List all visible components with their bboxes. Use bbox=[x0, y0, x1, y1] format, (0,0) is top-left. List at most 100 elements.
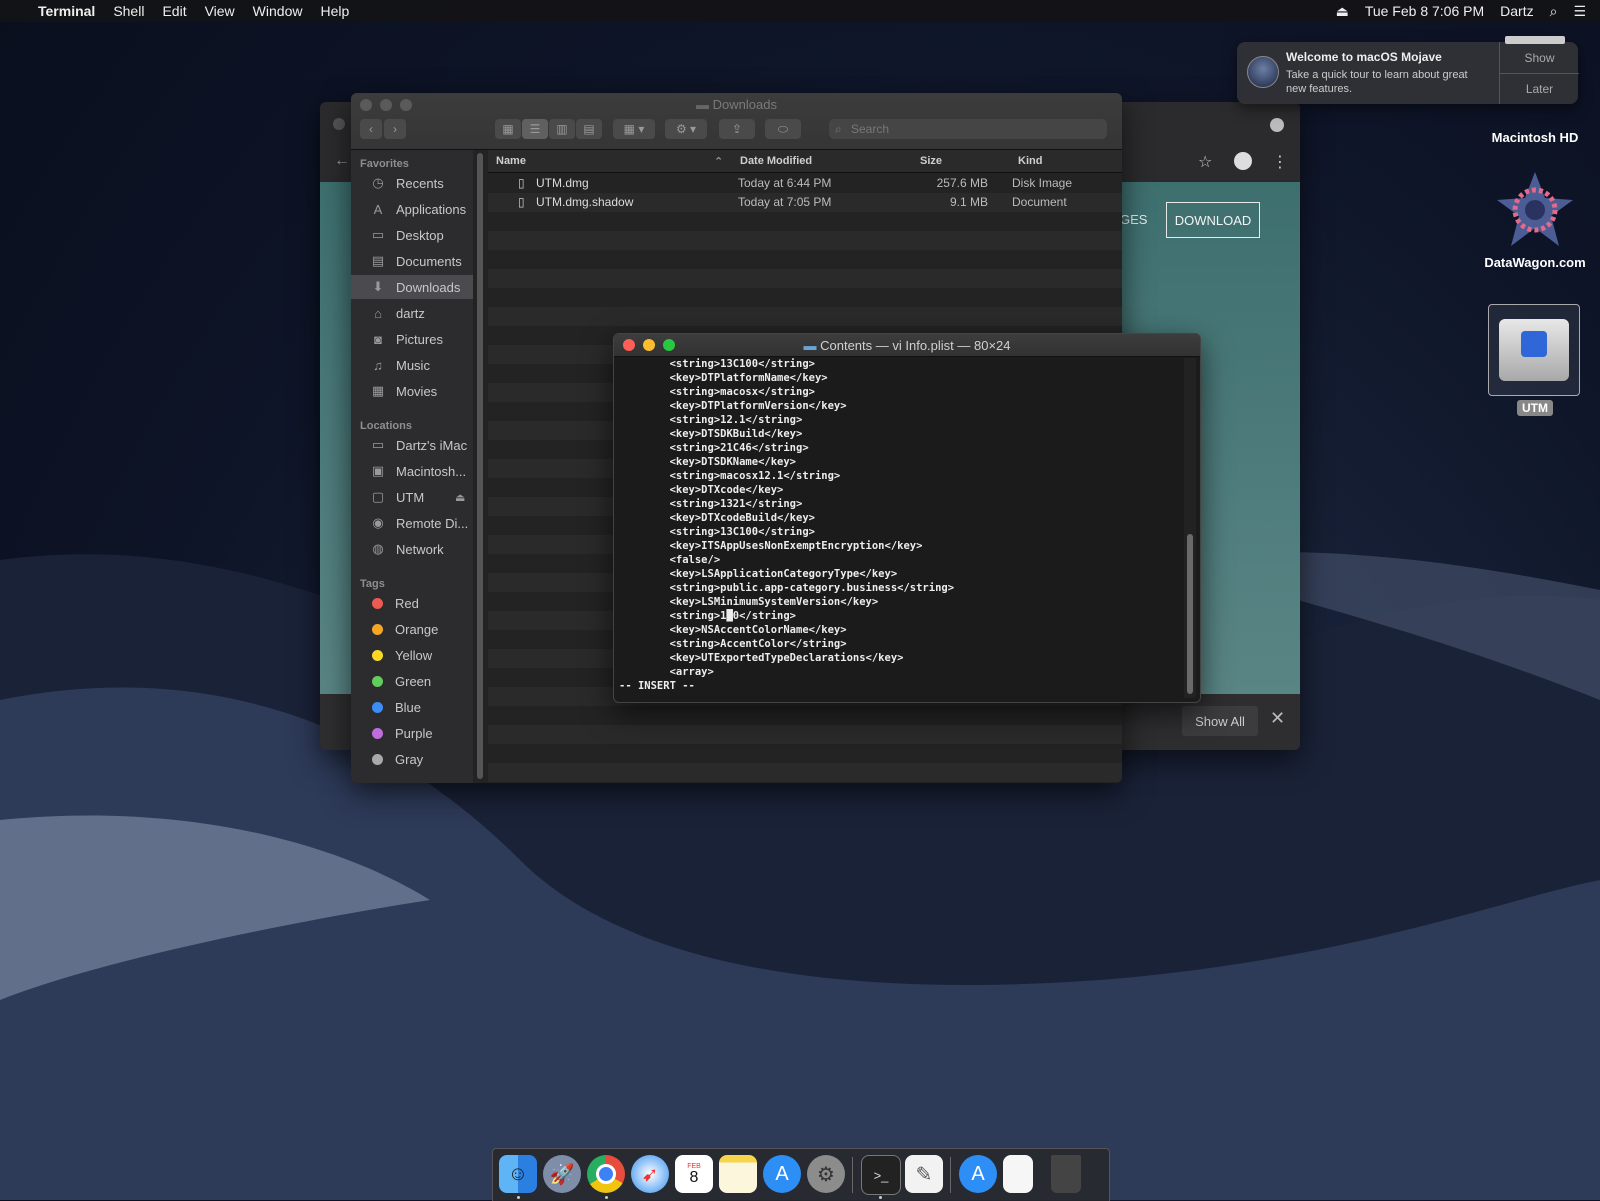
share-button[interactable]: ⇪ bbox=[719, 119, 755, 139]
sidebar-item-network[interactable]: ◍ Network bbox=[351, 537, 473, 561]
menu-window[interactable]: Window bbox=[244, 3, 312, 19]
back-arrow-icon[interactable]: ← bbox=[334, 152, 350, 170]
show-all-button[interactable]: Show All bbox=[1182, 706, 1258, 736]
terminal-window: ▬ Contents — vi Info.plist — 80×24 <stri… bbox=[613, 333, 1201, 703]
sidebar-item-recents[interactable]: ◷ Recents bbox=[351, 171, 473, 195]
terminal-line: <key>UTExportedTypeDeclarations</key> bbox=[619, 652, 904, 664]
download-button[interactable]: DOWNLOAD bbox=[1166, 202, 1260, 238]
terminal-line: <string>public.app-category.business</st… bbox=[619, 582, 955, 594]
sidebar-tag-blue[interactable]: Blue bbox=[351, 695, 473, 719]
menu-view[interactable]: View bbox=[196, 3, 244, 19]
terminal-line: <key>DTXcode</key> bbox=[619, 484, 784, 496]
notes-dock-icon[interactable] bbox=[719, 1155, 757, 1193]
app-store-download-dock-icon[interactable]: A bbox=[959, 1155, 997, 1193]
menu-help[interactable]: Help bbox=[311, 3, 358, 19]
hard-drive-icon bbox=[1505, 36, 1565, 44]
forward-button[interactable]: › bbox=[384, 119, 406, 139]
terminal-title: ▬ Contents — vi Info.plist — 80×24 bbox=[803, 338, 1011, 353]
sidebar-item-applications[interactable]: A Applications bbox=[351, 197, 473, 221]
terminal-line: <string>1321</string> bbox=[619, 498, 803, 510]
close-icon[interactable]: ✕ bbox=[1270, 708, 1285, 729]
sidebar-item-music[interactable]: ♫ Music bbox=[351, 353, 473, 377]
sidebar-tag-green[interactable]: Green bbox=[351, 669, 473, 693]
profile-icon[interactable] bbox=[1234, 152, 1252, 170]
group-button[interactable]: ▦ ▾ bbox=[613, 119, 655, 139]
system-preferences-dock-icon[interactable]: ⚙ bbox=[807, 1155, 845, 1193]
sidebar-item-remote-disc[interactable]: ◉ Remote Di... bbox=[351, 511, 473, 535]
chrome-center bbox=[596, 1164, 616, 1184]
page-nav-partial[interactable]: GES bbox=[1120, 212, 1147, 227]
star-icon[interactable]: ☆ bbox=[1198, 152, 1212, 172]
sidebar-item-downloads[interactable]: ⬇ Downloads bbox=[351, 275, 473, 299]
column-name[interactable]: Name bbox=[496, 155, 526, 167]
file-row[interactable]: ▯ UTM.dmg.shadow Today at 7:05 PM 9.1 MB… bbox=[488, 193, 1122, 212]
file-list-header: Name ⌃ Date Modified Size Kind bbox=[488, 150, 1122, 173]
tags-button[interactable]: ⬭ bbox=[765, 119, 801, 139]
sidebar-item-desktop[interactable]: ▭ Desktop bbox=[351, 223, 473, 247]
terminal-line: <string>macosx</string> bbox=[619, 386, 815, 398]
disk-icon: ▢ bbox=[371, 489, 385, 504]
spotlight-icon[interactable]: ⌕ bbox=[1542, 3, 1566, 20]
notification-center-icon[interactable]: ☰ bbox=[1565, 3, 1600, 20]
menu-shell[interactable]: Shell bbox=[104, 3, 153, 19]
gallery-view-button[interactable]: ▤ bbox=[576, 119, 602, 139]
tab-dropdown-icon[interactable] bbox=[1270, 118, 1284, 132]
browser-close-dot[interactable] bbox=[333, 118, 345, 130]
sidebar-scrollbar[interactable] bbox=[477, 153, 483, 779]
sidebar-tag-orange[interactable]: Orange bbox=[351, 617, 473, 641]
file-row[interactable]: ▯ UTM.dmg Today at 6:44 PM 257.6 MB Disk… bbox=[488, 174, 1122, 193]
terminal-line: <key>NSAccentColorName</key> bbox=[619, 624, 847, 636]
sidebar-tag-purple[interactable]: Purple bbox=[351, 721, 473, 745]
trash-dock-icon[interactable] bbox=[1051, 1155, 1081, 1193]
calendar-dock-icon[interactable]: FEB 8 bbox=[675, 1155, 713, 1193]
terminal-output[interactable]: <string>13C100</string> <key>DTPlatformN… bbox=[619, 357, 954, 693]
menu-user[interactable]: Dartz bbox=[1492, 3, 1541, 19]
list-view-button[interactable]: ☰ bbox=[522, 119, 548, 139]
document-dock-icon[interactable] bbox=[1003, 1155, 1033, 1193]
browser-menu-icon[interactable]: ⋮ bbox=[1272, 152, 1288, 172]
sidebar-tag-red[interactable]: Red bbox=[351, 591, 473, 615]
sidebar-tag-gray[interactable]: Gray bbox=[351, 747, 473, 771]
terminal-dock-icon[interactable]: >_ bbox=[861, 1155, 901, 1195]
menu-edit[interactable]: Edit bbox=[153, 3, 195, 19]
terminal-line: <key>DTPlatformVersion</key> bbox=[619, 400, 847, 412]
column-kind[interactable]: Kind bbox=[1018, 155, 1042, 167]
icon-view-button[interactable]: ▦ bbox=[495, 119, 521, 139]
column-view-button[interactable]: ▥ bbox=[549, 119, 575, 139]
sidebar-item-utm[interactable]: ▢ UTM ⏏ bbox=[351, 485, 473, 509]
imac-icon: ▭ bbox=[371, 437, 385, 452]
desktop-icon-utm[interactable]: UTM bbox=[1488, 304, 1582, 416]
terminal-line: <string>13C100</string> bbox=[619, 358, 815, 370]
sidebar-item-imac[interactable]: ▭ Dartz's iMac bbox=[351, 433, 473, 457]
sidebar-item-documents[interactable]: ▤ Documents bbox=[351, 249, 473, 273]
sidebar-item-macintosh[interactable]: ▣ Macintosh... bbox=[351, 459, 473, 483]
menu-app-name[interactable]: Terminal bbox=[29, 3, 104, 19]
terminal-line: <string>13C100</string> bbox=[619, 526, 815, 538]
eject-icon[interactable]: ⏏ bbox=[1328, 3, 1357, 20]
column-size[interactable]: Size bbox=[920, 155, 942, 167]
terminal-scroll-thumb[interactable] bbox=[1187, 534, 1193, 694]
menu-clock[interactable]: Tue Feb 8 7:06 PM bbox=[1357, 3, 1492, 19]
terminal-line: -- INSERT -- bbox=[619, 680, 695, 692]
textedit-dock-icon[interactable]: ✎ bbox=[905, 1155, 943, 1193]
finder-dock-icon[interactable]: ☺ bbox=[499, 1155, 537, 1193]
back-button[interactable]: ‹ bbox=[360, 119, 382, 139]
desktop-icon-datawagon[interactable]: DataWagon.com bbox=[1470, 170, 1600, 270]
sort-chevron-icon: ⌃ bbox=[714, 156, 724, 168]
column-date-modified[interactable]: Date Modified bbox=[740, 155, 812, 167]
film-icon: ▦ bbox=[371, 383, 385, 398]
sidebar-item-home[interactable]: ⌂ dartz bbox=[351, 301, 473, 325]
sidebar-item-pictures[interactable]: ◙ Pictures bbox=[351, 327, 473, 351]
action-gear-button[interactable]: ⚙ ▾ bbox=[665, 119, 707, 139]
finder-sidebar: Favorites ◷ Recents A Applications ▭ Deskto… bbox=[351, 150, 473, 783]
eject-icon[interactable]: ⏏ bbox=[455, 491, 465, 504]
sidebar-item-movies[interactable]: ▦ Movies bbox=[351, 379, 473, 403]
safari-dock-icon[interactable]: ➹ bbox=[631, 1155, 669, 1193]
launchpad-dock-icon[interactable]: 🚀 bbox=[543, 1155, 581, 1193]
favorites-header: Favorites bbox=[360, 158, 409, 170]
desktop-icon-macintosh-hd[interactable]: Macintosh HD bbox=[1480, 36, 1590, 145]
search-input[interactable]: ⌕ Search bbox=[829, 119, 1107, 139]
app-store-dock-icon[interactable]: A bbox=[763, 1155, 801, 1193]
sidebar-tag-yellow[interactable]: Yellow bbox=[351, 643, 473, 667]
chrome-dock-icon[interactable] bbox=[587, 1155, 625, 1193]
